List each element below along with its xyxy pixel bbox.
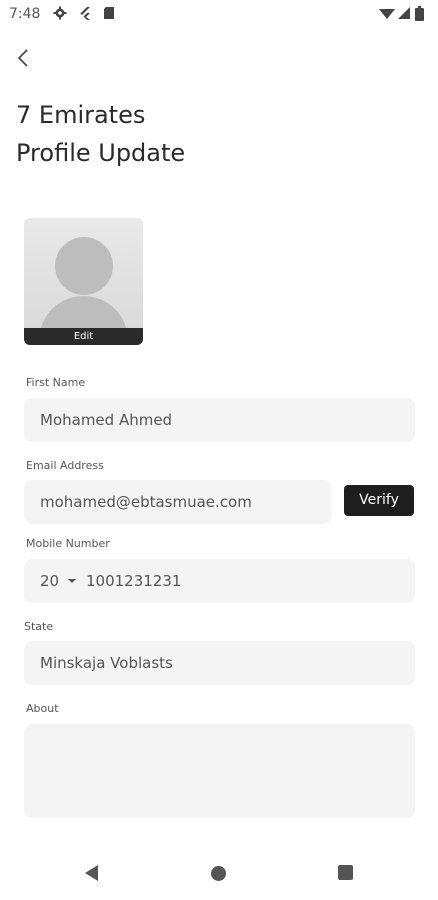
state-field[interactable]: Minskaja Voblasts: [24, 641, 415, 685]
page-title-line1: 7 Emirates: [16, 101, 146, 129]
first-name-field[interactable]: Mohamed Ahmed: [24, 398, 415, 442]
battery-icon: [415, 6, 424, 21]
signal-icon: [398, 7, 410, 19]
about-label: About: [26, 702, 59, 715]
first-name-value: Mohamed Ahmed: [40, 411, 173, 429]
mobile-label: Mobile Number: [26, 537, 110, 550]
email-field[interactable]: mohamed@ebtasmuae.com: [24, 480, 331, 524]
back-button[interactable]: [12, 46, 36, 70]
mobile-number-value: 1001231231: [86, 572, 182, 590]
mobile-field[interactable]: 20 1001231231: [24, 559, 415, 603]
status-time: 7:48: [9, 6, 41, 22]
wifi-icon: [379, 9, 395, 19]
edit-avatar-button[interactable]: Edit: [24, 328, 143, 345]
flutter-icon: [80, 7, 90, 20]
verify-button[interactable]: Verify: [344, 485, 414, 516]
page-title-line2: Profile Update: [16, 139, 186, 167]
gear-icon: [53, 6, 67, 20]
page-title: 7 Emirates Profile Update: [16, 96, 185, 172]
status-bar: 7:48: [0, 0, 438, 30]
chevron-down-icon: [68, 579, 76, 583]
back-nav-icon[interactable]: [85, 865, 98, 881]
recents-nav-icon[interactable]: [338, 865, 353, 880]
email-label: Email Address: [26, 459, 104, 472]
sim-card-icon: [104, 7, 114, 19]
home-nav-icon[interactable]: [211, 866, 226, 881]
avatar[interactable]: Edit: [24, 218, 143, 345]
email-value: mohamed@ebtasmuae.com: [40, 493, 252, 511]
avatar-placeholder-icon: [55, 237, 113, 295]
first-name-label: First Name: [26, 376, 86, 389]
state-label: State: [24, 620, 54, 633]
system-nav-bar: [0, 848, 438, 900]
country-code-select[interactable]: 20: [40, 559, 59, 603]
about-textarea[interactable]: [24, 724, 415, 818]
state-value: Minskaja Voblasts: [40, 654, 173, 672]
